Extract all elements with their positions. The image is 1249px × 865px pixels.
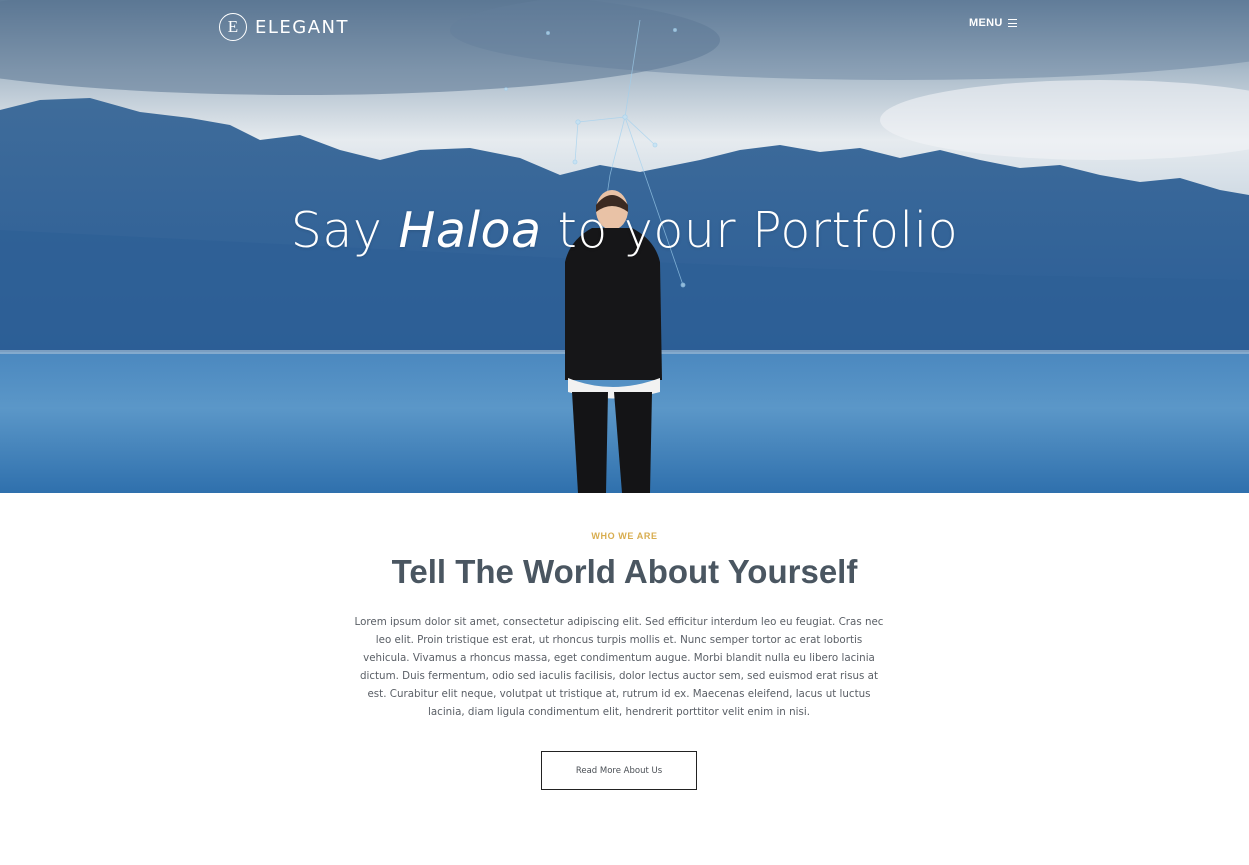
read-more-button[interactable]: Read More About Us	[541, 751, 697, 790]
hero-title: Say Haloa to your Portfolio	[0, 202, 1249, 259]
section-eyebrow: WHO WE ARE	[591, 531, 658, 541]
section-body-text: Lorem ipsum dolor sit amet, consectetur …	[354, 616, 884, 718]
menu-label: MENU	[969, 17, 1003, 29]
hero-section: E ELEGANT MENU Say Haloa to your Portfol…	[0, 0, 1249, 493]
section-title: Tell The World About Yourself	[391, 553, 858, 590]
hero-title-before: Say	[290, 202, 399, 259]
logo-emblem-icon: E	[219, 13, 247, 41]
hamburger-icon	[1007, 19, 1017, 27]
menu-button[interactable]: MENU	[969, 17, 1017, 29]
hero-title-emphasis: Haloa	[398, 202, 542, 259]
logo-text: ELEGANT	[255, 16, 349, 38]
site-logo[interactable]: E ELEGANT	[219, 13, 349, 41]
hero-title-after: to your Portfolio	[541, 202, 959, 259]
